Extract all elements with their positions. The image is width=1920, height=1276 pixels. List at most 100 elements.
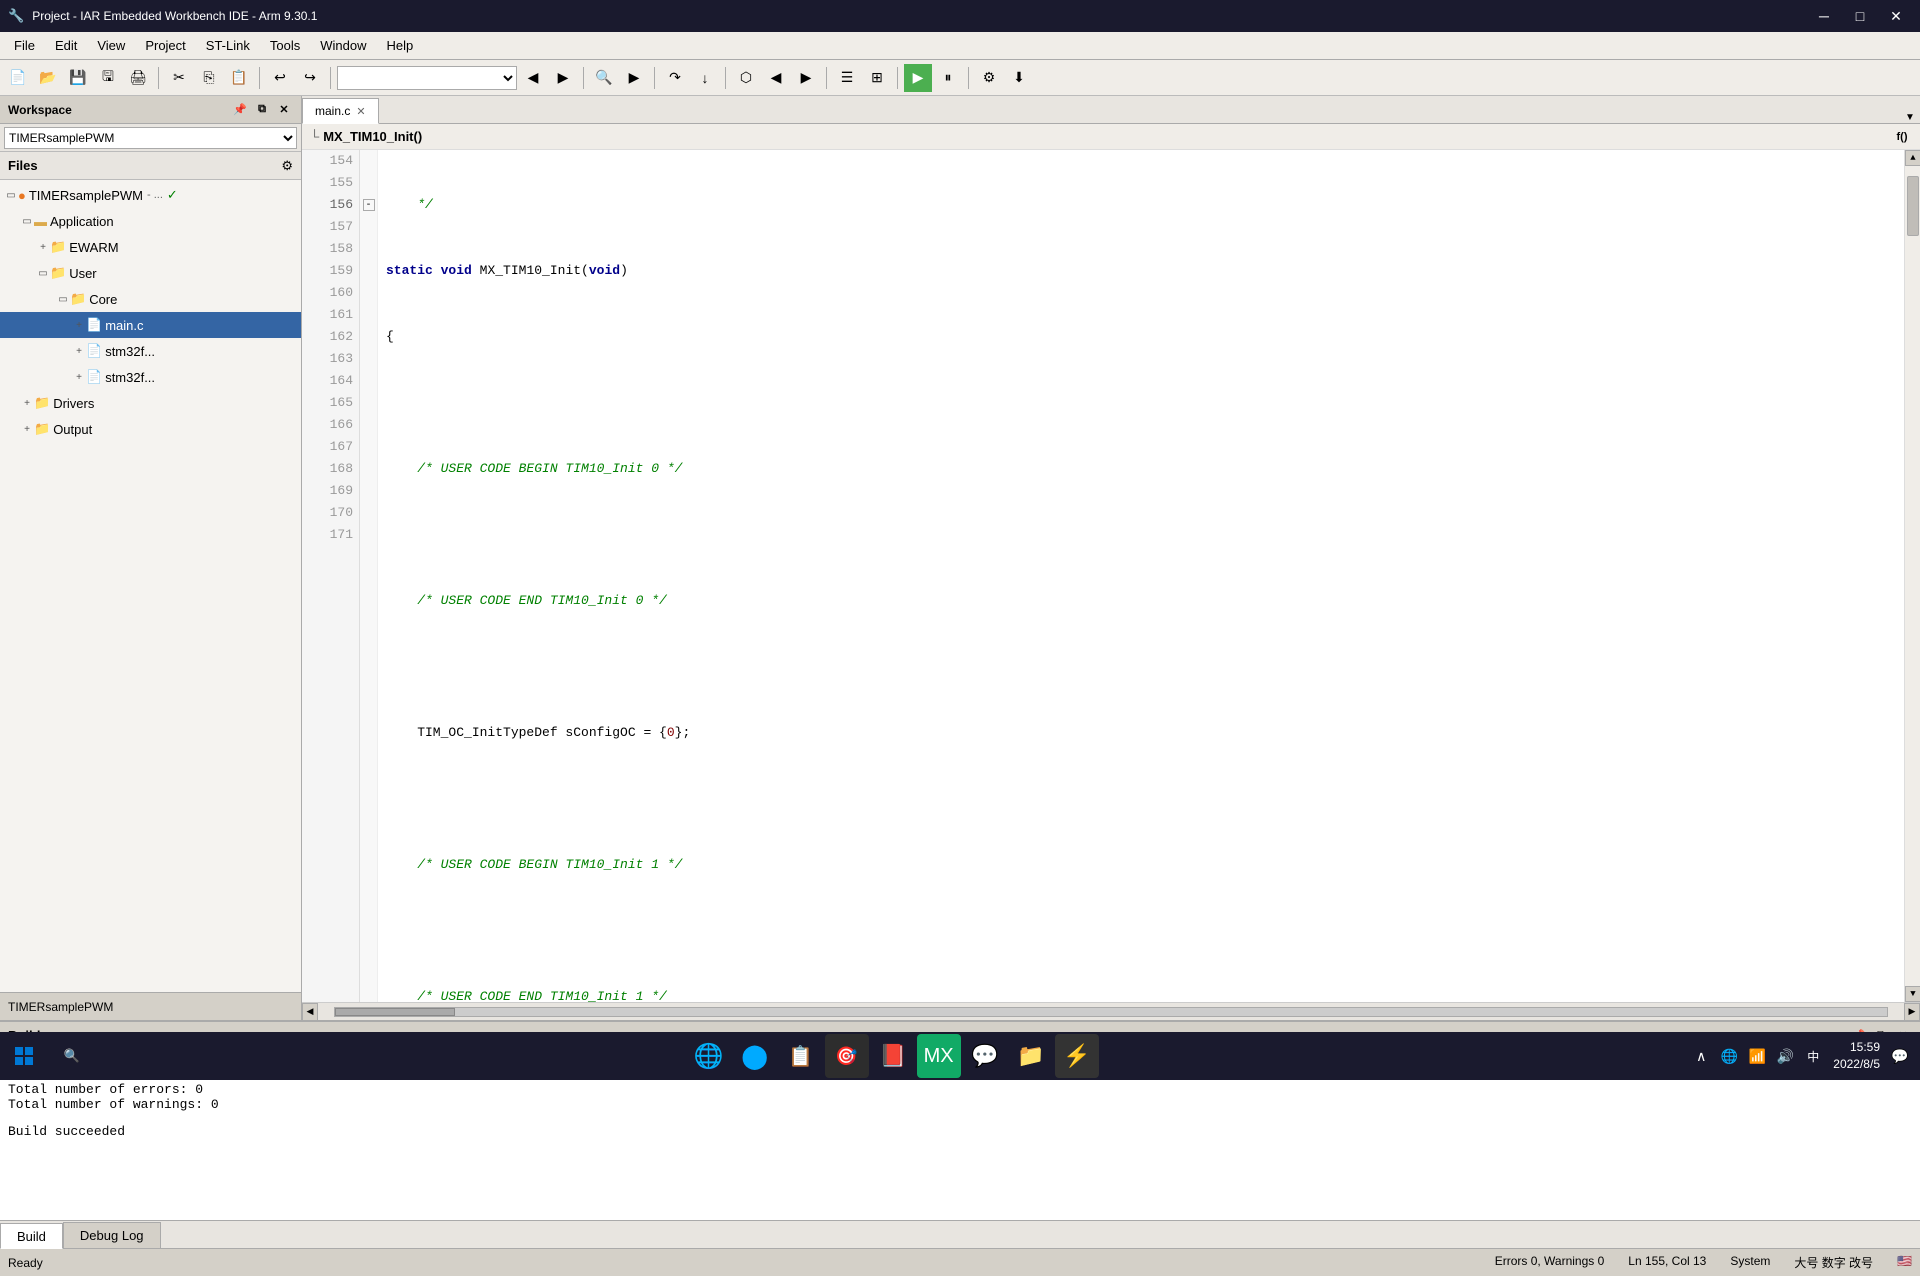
vscroll-up-button[interactable]: ▲ [1905, 150, 1920, 166]
workspace-float-button[interactable]: ⧉ [253, 101, 271, 119]
tree-item-application[interactable]: ▭ ▬ Application [0, 208, 301, 234]
taskbar-app-acrobat[interactable]: 📕 [871, 1034, 915, 1078]
tree-item-user[interactable]: ▭ 📁 User [0, 260, 301, 286]
undo-button[interactable]: ↩ [266, 64, 294, 92]
zoom-out-button[interactable]: ▶ [620, 64, 648, 92]
tree-item-root[interactable]: ▭ ● TIMERsamplePWM - ... ✓ [0, 182, 301, 208]
tree-item-stm32f2[interactable]: + 📄 stm32f... [0, 364, 301, 390]
tab-scroll-right[interactable]: ▼ [1900, 112, 1920, 123]
tray-network[interactable]: 🌐 [1717, 1044, 1741, 1068]
close-button[interactable]: ✕ [1880, 2, 1912, 30]
cut-button[interactable]: ✂ [165, 64, 193, 92]
menu-edit[interactable]: Edit [45, 32, 87, 59]
step-into-button[interactable]: ↓ [691, 64, 719, 92]
config-dropdown[interactable] [337, 66, 517, 90]
new-file-button[interactable]: 📄 [4, 64, 32, 92]
menu-file[interactable]: File [4, 32, 45, 59]
fold-box-156[interactable]: - [363, 199, 375, 211]
nav-back-button[interactable]: ◀ [519, 64, 547, 92]
expand-icon-stm32f1[interactable]: + [72, 346, 86, 357]
expand-icon-mainc[interactable]: + [72, 320, 86, 331]
tree-item-ewarm[interactable]: + 📁 EWARM [0, 234, 301, 260]
menu-tools[interactable]: Tools [260, 32, 310, 59]
download-button[interactable]: ⬇ [1005, 64, 1033, 92]
nav-next-button[interactable]: ▶ [792, 64, 820, 92]
fold-all-icon[interactable]: f() [1892, 131, 1912, 143]
workspace-project-select[interactable]: TIMERsamplePWM [4, 127, 297, 149]
expand-icon-drivers[interactable]: + [20, 398, 34, 409]
tree-item-core[interactable]: ▭ 📁 Core [0, 286, 301, 312]
hscroll-thumb[interactable] [335, 1008, 455, 1016]
tray-up-arrow[interactable]: ∧ [1689, 1044, 1713, 1068]
maximize-button[interactable]: □ [1844, 2, 1876, 30]
menu-project[interactable]: Project [135, 32, 195, 59]
menu-view[interactable]: View [87, 32, 135, 59]
expand-icon-ewarm[interactable]: + [36, 242, 50, 253]
toggle-bp-button[interactable]: ⬡ [732, 64, 760, 92]
code-editor[interactable]: 154 155 156 157 158 159 160 161 162 163 … [302, 150, 1920, 1002]
build-group-button[interactable]: ⚙ [975, 64, 1003, 92]
taskbar-app-ie[interactable]: 🌐 [687, 1034, 731, 1078]
tray-wifi[interactable]: 📶 [1745, 1044, 1769, 1068]
tray-ime-cn[interactable]: 中 [1801, 1044, 1825, 1068]
step-over-button[interactable]: ↷ [661, 64, 689, 92]
save-all-button[interactable]: 🖫 [94, 64, 122, 92]
paste-button[interactable]: 📋 [225, 64, 253, 92]
pause-button[interactable]: ⏸ [934, 64, 962, 92]
save-button[interactable]: 💾 [64, 64, 92, 92]
minimize-button[interactable]: ─ [1808, 2, 1840, 30]
fold-156[interactable]: - [360, 194, 377, 216]
tree-item-stm32f1[interactable]: + 📄 stm32f... [0, 338, 301, 364]
expand-icon-user[interactable]: ▭ [36, 268, 50, 279]
tray-notification[interactable]: 💬 [1888, 1044, 1912, 1068]
menu-stlink[interactable]: ST-Link [196, 32, 260, 59]
taskbar-app-browser[interactable]: ⬤ [733, 1034, 777, 1078]
tab-close-mainc[interactable]: ✕ [356, 105, 365, 118]
tree-item-output[interactable]: + 📁 Output [0, 416, 301, 442]
vscroll-down-button[interactable]: ▼ [1905, 986, 1920, 1002]
settings-icon[interactable]: ⚙ [281, 158, 293, 174]
expand-icon-stm32f2[interactable]: + [72, 372, 86, 383]
view-a-button[interactable]: ☰ [833, 64, 861, 92]
expand-icon-root[interactable]: ▭ [4, 190, 18, 201]
build-tab-debuglog[interactable]: Debug Log [63, 1222, 161, 1248]
taskbar-app-app1[interactable]: 📋 [779, 1034, 823, 1078]
copy-button[interactable]: ⎘ [195, 64, 223, 92]
expand-icon-core[interactable]: ▭ [56, 294, 70, 305]
taskbar-search[interactable]: 🔍 [48, 1032, 96, 1080]
taskbar-app-iar[interactable]: ⚡ [1055, 1034, 1099, 1078]
build-tab-build[interactable]: Build [0, 1223, 63, 1249]
nav-forward-button[interactable]: ▶ [549, 64, 577, 92]
start-button[interactable] [0, 1032, 48, 1080]
nav-prev-button[interactable]: ◀ [762, 64, 790, 92]
hscroll-track[interactable] [334, 1007, 1888, 1017]
tree-item-mainc[interactable]: + 📄 main.c [0, 312, 301, 338]
run-button[interactable]: ▶ [904, 64, 932, 92]
tree-item-drivers[interactable]: + 📁 Drivers [0, 390, 301, 416]
vscroll-track[interactable] [1905, 166, 1920, 986]
print-button[interactable]: 🖨 [124, 64, 152, 92]
editor-tab-mainc[interactable]: main.c ✕ [302, 98, 379, 124]
taskbar-app-app2[interactable]: 🎯 [825, 1034, 869, 1078]
open-button[interactable]: 📂 [34, 64, 62, 92]
menu-help[interactable]: Help [376, 32, 423, 59]
hscroll-left-button[interactable]: ◀ [302, 1003, 318, 1021]
taskbar-app-files[interactable]: 📁 [1009, 1034, 1053, 1078]
taskbar-clock[interactable]: 15:59 2022/8/5 [1833, 1039, 1880, 1073]
expand-icon-output[interactable]: + [20, 424, 34, 435]
workspace-pin-button[interactable]: 📌 [231, 101, 249, 119]
tray-volume[interactable]: 🔊 [1773, 1044, 1797, 1068]
editor-vscrollbar[interactable]: ▲ ▼ [1904, 150, 1920, 1002]
search-button[interactable]: 🔍 [590, 64, 618, 92]
editor-hscrollbar[interactable]: ◀ ▶ [302, 1002, 1920, 1020]
code-content[interactable]: */ static void MX_TIM10_Init(void) { /* … [378, 150, 1904, 1002]
redo-button[interactable]: ↪ [296, 64, 324, 92]
workspace-close-button[interactable]: ✕ [275, 101, 293, 119]
taskbar-app-mx[interactable]: MX [917, 1034, 961, 1078]
taskbar-app-wechat[interactable]: 💬 [963, 1034, 1007, 1078]
vscroll-thumb[interactable] [1907, 176, 1919, 236]
view-b-button[interactable]: ⊞ [863, 64, 891, 92]
hscroll-right-button[interactable]: ▶ [1904, 1003, 1920, 1021]
menu-window[interactable]: Window [310, 32, 376, 59]
expand-icon-application[interactable]: ▭ [20, 216, 34, 227]
